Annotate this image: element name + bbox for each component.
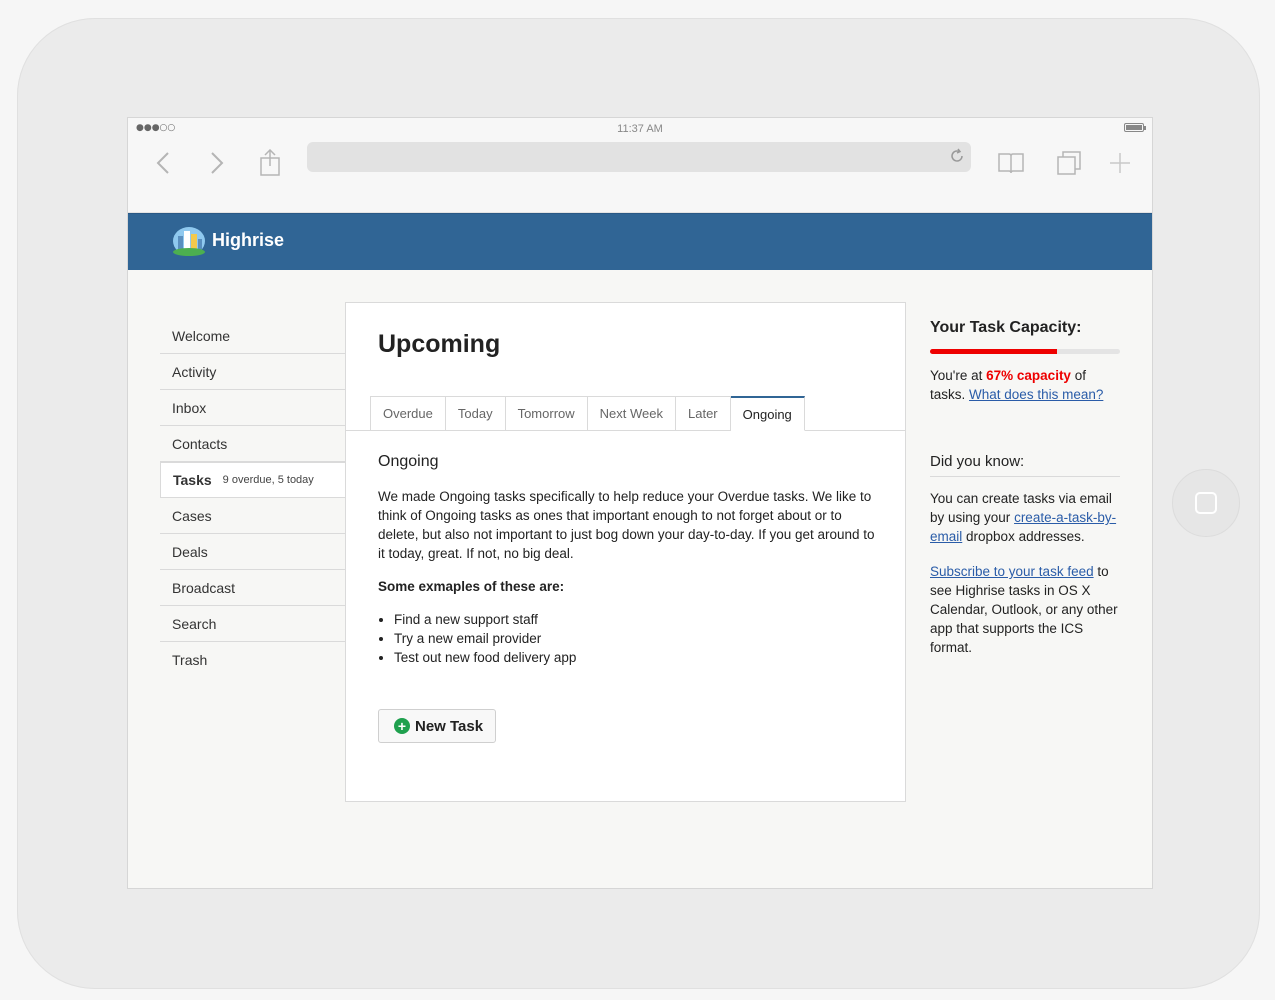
tab-next-week[interactable]: Next Week xyxy=(587,396,676,431)
plus-icon: + xyxy=(394,718,410,734)
nav-label: Trash xyxy=(172,652,208,668)
subscribe-task-feed-link[interactable]: Subscribe to your task feed xyxy=(930,564,1094,579)
battery-icon xyxy=(1124,123,1146,132)
task-tabs: Overdue Today Tomorrow Next Week Later O… xyxy=(370,396,805,431)
nav-item-activity[interactable]: Activity xyxy=(160,354,346,390)
tab-content: Ongoing We made Ongoing tasks specifical… xyxy=(378,453,878,667)
home-button[interactable] xyxy=(1172,469,1240,537)
app-header: Highrise xyxy=(128,213,1152,270)
highrise-logo-icon[interactable] xyxy=(172,225,206,257)
nav-item-deals[interactable]: Deals xyxy=(160,534,346,570)
nav-item-inbox[interactable]: Inbox xyxy=(160,390,346,426)
capacity-help-link[interactable]: What does this mean? xyxy=(969,387,1103,402)
nav-item-search[interactable]: Search xyxy=(160,606,346,642)
list-item: Find a new support staff xyxy=(394,610,878,629)
status-bar: ●●●○○ 11:37 AM xyxy=(128,118,1152,140)
tab-tomorrow[interactable]: Tomorrow xyxy=(505,396,588,431)
status-time: 11:37 AM xyxy=(617,123,663,135)
did-you-know-feed: Subscribe to your task feed to see Highr… xyxy=(930,562,1120,657)
nav-item-welcome[interactable]: Welcome xyxy=(160,318,346,354)
section-title: Ongoing xyxy=(378,453,439,470)
nav-label: Broadcast xyxy=(172,579,236,596)
browser-screen: ●●●○○ 11:37 AM Highrise Welcome Activity… xyxy=(127,117,1153,889)
nav-item-trash[interactable]: Trash xyxy=(160,642,346,678)
tab-later[interactable]: Later xyxy=(676,396,731,431)
main-panel: Upcoming Overdue Today Tomorrow Next Wee… xyxy=(345,302,906,802)
back-icon[interactable] xyxy=(148,148,178,178)
tab-overdue[interactable]: Overdue xyxy=(370,396,446,431)
new-task-button[interactable]: + New Task xyxy=(378,709,496,743)
capacity-title: Your Task Capacity: xyxy=(930,319,1082,336)
home-square-icon xyxy=(1195,492,1217,514)
tasks-count-meta: 9 overdue, 5 today xyxy=(222,474,314,486)
capacity-text: You're at 67% capacity of tasks. What do… xyxy=(930,366,1120,404)
nav-label: Tasks xyxy=(173,472,212,488)
did-you-know-email: You can create tasks via email by using … xyxy=(930,489,1120,546)
list-item: Try a new email provider xyxy=(394,629,878,648)
new-tab-icon[interactable] xyxy=(1105,148,1135,178)
capacity-bar xyxy=(930,349,1120,354)
capacity-prefix: You're at xyxy=(930,368,983,383)
ongoing-description: We made Ongoing tasks specifically to he… xyxy=(378,489,875,561)
nav-label: Deals xyxy=(172,543,208,560)
left-nav: Welcome Activity Inbox Contacts Tasks 9 o… xyxy=(160,318,350,678)
nav-item-broadcast[interactable]: Broadcast xyxy=(160,570,346,606)
did-you-know-title: Did you know: xyxy=(930,453,1120,477)
tab-ongoing[interactable]: Ongoing xyxy=(730,396,805,431)
tab-today[interactable]: Today xyxy=(445,396,506,431)
capacity-bar-fill xyxy=(930,349,1058,354)
dyk-email-suffix: dropbox addresses. xyxy=(966,529,1085,544)
forward-icon[interactable] xyxy=(202,148,232,178)
brand-name[interactable]: Highrise xyxy=(212,230,284,251)
nav-label: Inbox xyxy=(172,399,207,416)
new-task-label: New Task xyxy=(415,717,484,735)
nav-label: Cases xyxy=(172,507,212,524)
list-item: Test out new food delivery app xyxy=(394,648,878,667)
reload-icon[interactable] xyxy=(949,148,965,168)
examples-label: Some exmaples of these are: xyxy=(378,579,565,594)
nav-label: Activity xyxy=(172,363,217,380)
nav-label: Contacts xyxy=(172,435,228,452)
page-title: Upcoming xyxy=(378,330,501,358)
examples-list: Find a new support staff Try a new email… xyxy=(378,610,878,667)
nav-label: Search xyxy=(172,615,217,632)
capacity-value: 67% capacity xyxy=(986,368,1071,383)
nav-label: Welcome xyxy=(172,327,231,344)
tabs-icon[interactable] xyxy=(1054,148,1084,178)
share-icon[interactable] xyxy=(255,148,285,178)
nav-item-cases[interactable]: Cases xyxy=(160,498,346,534)
right-sidebar: Your Task Capacity: You're at 67% capaci… xyxy=(930,319,1120,657)
address-bar[interactable] xyxy=(307,142,971,172)
nav-item-tasks[interactable]: Tasks 9 overdue, 5 today xyxy=(160,462,350,498)
nav-item-contacts[interactable]: Contacts xyxy=(160,426,346,462)
browser-toolbar xyxy=(128,140,1152,213)
bookmarks-icon[interactable] xyxy=(996,148,1026,178)
